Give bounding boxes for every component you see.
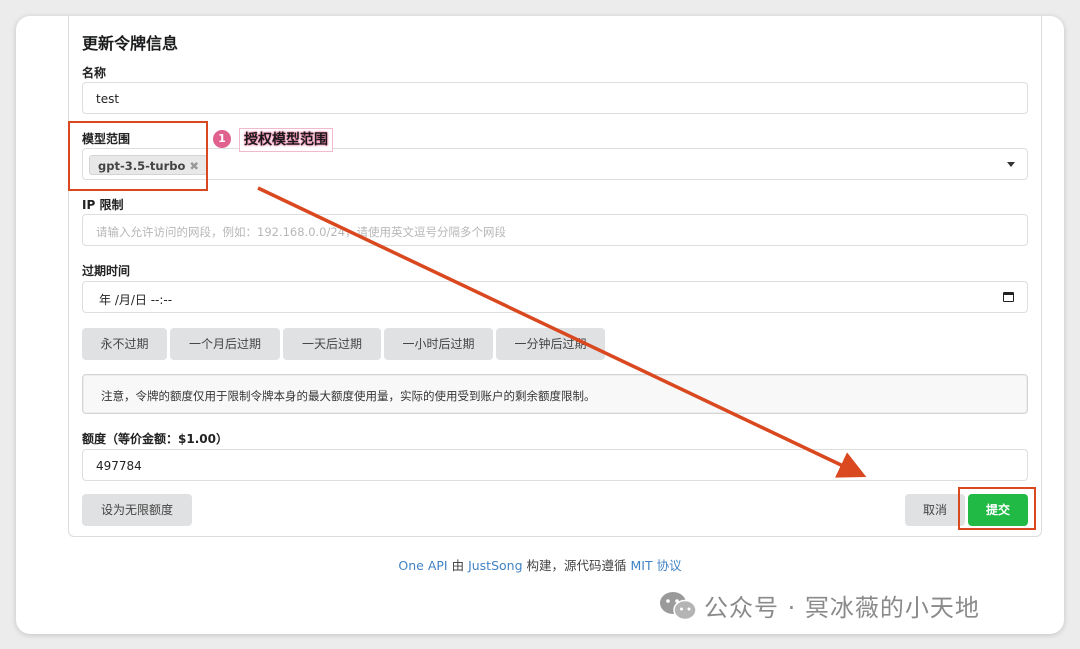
watermark-text: 公众号 · 冥冰薇的小天地: [704, 594, 980, 622]
watermark: 公众号 · 冥冰薇的小天地: [658, 588, 980, 628]
annotation-arrow: [257, 186, 867, 478]
wechat-icon: [658, 590, 698, 628]
